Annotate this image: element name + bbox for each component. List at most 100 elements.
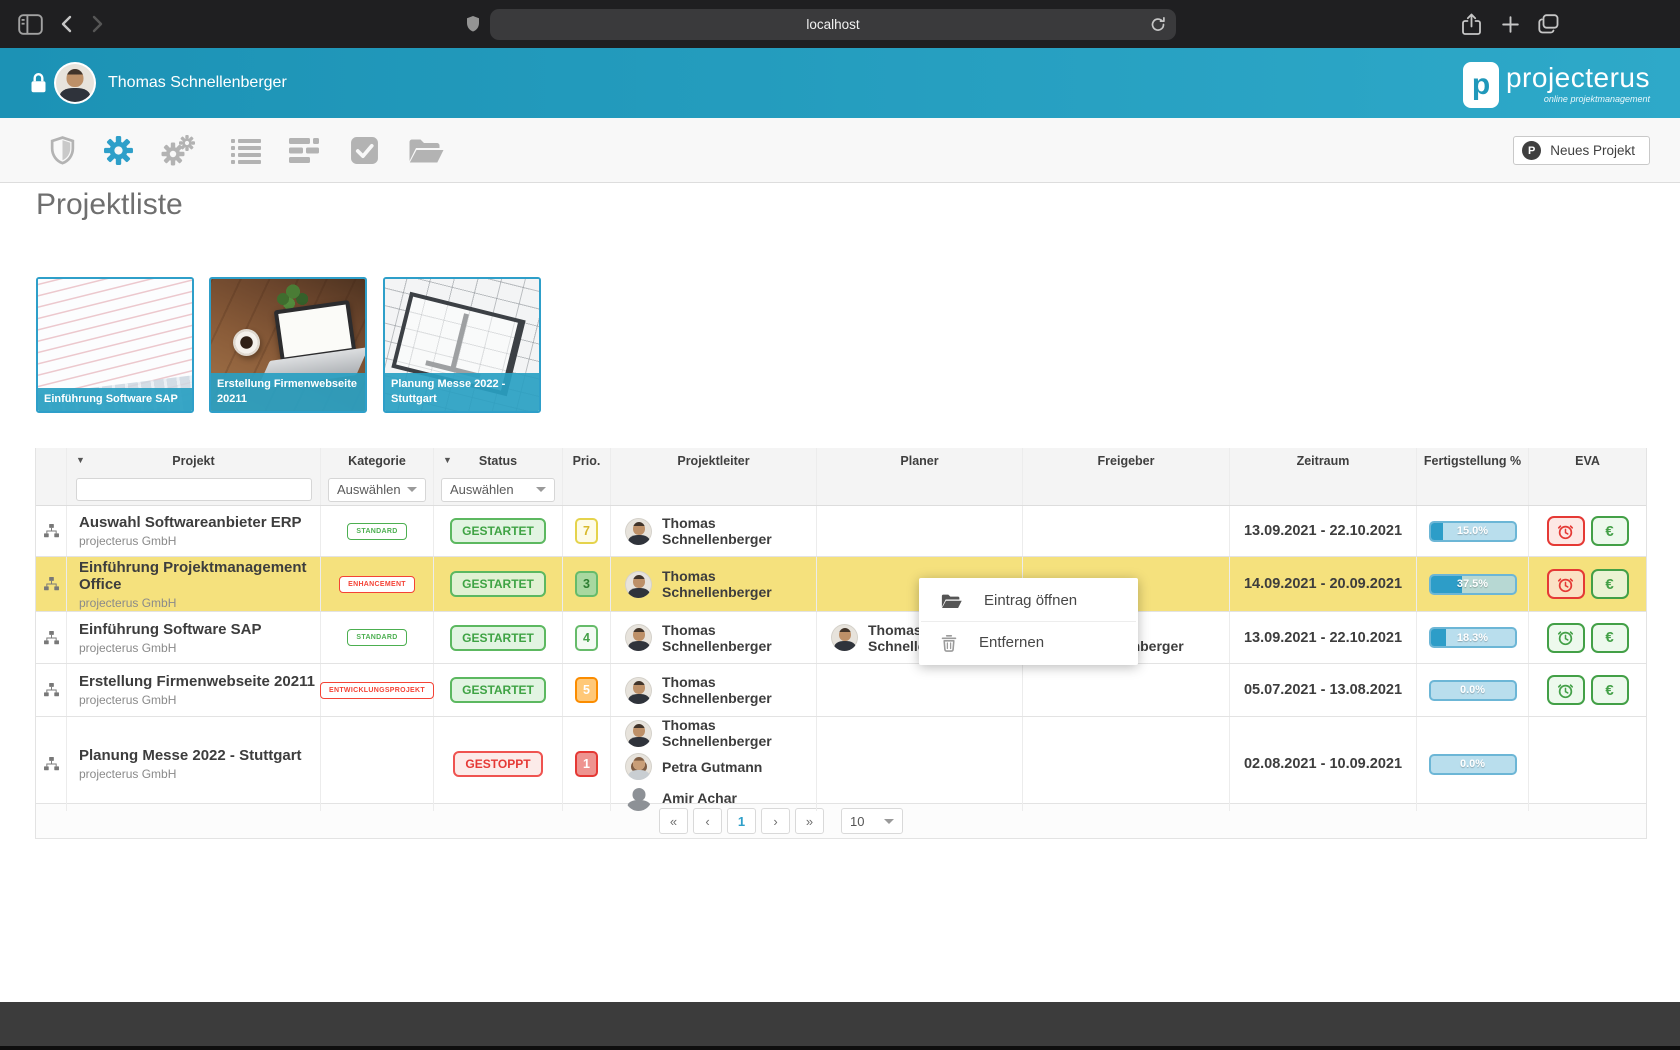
context-menu: Eintrag öffnen Entfernen xyxy=(919,578,1138,665)
page-last-button[interactable]: » xyxy=(795,808,824,834)
header-status[interactable]: Status xyxy=(434,448,563,474)
page-size-select[interactable]: 10 xyxy=(841,808,903,834)
screen: localhost Thomas Schnellenberger p proje… xyxy=(0,0,1680,1050)
person-name: Thomas Schnellenberger xyxy=(662,674,816,706)
person-name: Petra Gutmann xyxy=(662,759,762,775)
hierarchy-icon[interactable] xyxy=(44,631,59,645)
status-badge: GESTARTET xyxy=(450,571,546,597)
header-projektleiter[interactable]: Projektleiter xyxy=(611,448,817,474)
avatar xyxy=(625,784,652,811)
eva-time-badge[interactable] xyxy=(1547,675,1585,705)
header-eva[interactable]: EVA xyxy=(1529,448,1646,474)
avatar xyxy=(625,720,652,747)
new-project-button[interactable]: P Neues Projekt xyxy=(1513,136,1650,165)
current-user[interactable]: Thomas Schnellenberger xyxy=(56,64,287,102)
avatar xyxy=(625,571,652,598)
euro-icon: € xyxy=(1605,629,1613,646)
reload-button[interactable] xyxy=(1150,16,1166,36)
forward-button[interactable] xyxy=(92,15,104,33)
header-freigeber[interactable]: Freigeber xyxy=(1023,448,1230,474)
thumbnail-label: Einführung Software SAP xyxy=(38,388,192,411)
project-thumbnail-website[interactable]: Erstellung Firmenwebseite 20211 xyxy=(209,277,367,413)
eva-time-badge[interactable] xyxy=(1547,516,1585,546)
nav-advanced-settings-button[interactable] xyxy=(156,118,200,183)
logo-tagline: online projektmanagement xyxy=(1544,94,1650,104)
check-square-icon xyxy=(350,136,379,165)
table-row[interactable]: Einführung Software SAPprojecterus GmbH … xyxy=(36,612,1646,664)
eva-cost-badge[interactable]: € xyxy=(1591,569,1629,599)
header-kategorie[interactable]: Kategorie xyxy=(321,448,434,474)
project-thumbnail-messe[interactable]: Planung Messe 2022 - Stuttgart xyxy=(383,277,541,413)
user-name: Thomas Schnellenberger xyxy=(108,74,287,92)
hierarchy-icon[interactable] xyxy=(44,757,59,771)
page-next-button[interactable]: › xyxy=(761,808,790,834)
share-button[interactable] xyxy=(1462,13,1481,36)
project-table: Projekt Kategorie Status Prio. Projektle… xyxy=(35,448,1647,839)
header-fertigstellung[interactable]: Fertigstellung % xyxy=(1417,448,1529,474)
avatar xyxy=(625,518,652,545)
zeitraum: 14.09.2021 - 20.09.2021 xyxy=(1230,557,1417,611)
page-first-button[interactable]: « xyxy=(659,808,688,834)
zeitraum: 05.07.2021 - 13.08.2021 xyxy=(1230,664,1417,716)
folder-open-icon xyxy=(408,137,444,164)
page-prev-button[interactable]: ‹ xyxy=(693,808,722,834)
eva-cost-badge[interactable]: € xyxy=(1591,516,1629,546)
zeitraum: 13.09.2021 - 22.10.2021 xyxy=(1230,612,1417,663)
kategorie-filter-select[interactable]: Auswählen xyxy=(328,478,426,502)
eva-cost-badge[interactable]: € xyxy=(1591,675,1629,705)
table-row[interactable]: Planung Messe 2022 - Stuttgartprojecteru… xyxy=(36,717,1646,804)
table-row-highlighted[interactable]: Einführung Projektmanagement Officeproje… xyxy=(36,557,1646,612)
table-filter-row: Auswählen Auswählen xyxy=(36,474,1646,506)
progress-label: 0.0% xyxy=(1431,682,1515,699)
nav-shield-button[interactable] xyxy=(40,118,84,183)
header-zeitraum[interactable]: Zeitraum xyxy=(1230,448,1417,474)
floorplan-wall xyxy=(450,313,469,370)
hierarchy-icon[interactable] xyxy=(44,683,59,697)
projekt-filter-input[interactable] xyxy=(76,478,312,501)
back-button[interactable] xyxy=(60,15,72,33)
header-projekt[interactable]: Projekt xyxy=(67,448,321,474)
nav-projects-button[interactable] xyxy=(404,118,448,183)
status-badge: GESTARTET xyxy=(450,677,546,703)
forward-icon xyxy=(92,15,104,33)
eva-cost-badge[interactable]: € xyxy=(1591,623,1629,653)
nav-list-button[interactable] xyxy=(224,118,268,183)
priority-badge: 1 xyxy=(575,751,598,777)
context-menu-label: Eintrag öffnen xyxy=(984,592,1077,609)
page-number-button[interactable]: 1 xyxy=(727,808,756,834)
project-company: projecterus GmbH xyxy=(79,693,320,707)
nav-approvals-button[interactable] xyxy=(342,118,386,183)
tasks-icon xyxy=(289,137,319,164)
header-prio[interactable]: Prio. xyxy=(563,448,611,474)
table-row[interactable]: Auswahl Softwareanbieter ERPprojecterus … xyxy=(36,506,1646,557)
hierarchy-icon[interactable] xyxy=(44,524,59,538)
context-menu-remove-entry[interactable]: Entfernen xyxy=(919,622,1138,663)
person-name: Thomas Schnellenberger xyxy=(662,568,816,600)
user-avatar xyxy=(56,64,94,102)
new-tab-button[interactable] xyxy=(1502,16,1519,33)
eva-time-badge[interactable] xyxy=(1547,569,1585,599)
chevron-down-icon xyxy=(407,487,417,492)
context-menu-open-entry[interactable]: Eintrag öffnen xyxy=(919,580,1138,621)
tab-overview-button[interactable] xyxy=(1538,14,1559,34)
sidebar-toggle-button[interactable] xyxy=(18,14,43,35)
sidebar-icon xyxy=(18,14,43,35)
new-project-label: Neues Projekt xyxy=(1550,143,1635,158)
project-circle-icon: P xyxy=(1522,141,1541,160)
status-filter-select[interactable]: Auswählen xyxy=(441,478,555,502)
project-thumbnail-sap[interactable]: Einführung Software SAP xyxy=(36,277,194,413)
header-planer[interactable]: Planer xyxy=(817,448,1023,474)
table-row[interactable]: Erstellung Firmenwebseite 20211projecter… xyxy=(36,664,1646,717)
nav-tasks-button[interactable] xyxy=(282,118,326,183)
hierarchy-icon[interactable] xyxy=(44,577,59,591)
tabs-icon xyxy=(1538,14,1559,34)
address-bar[interactable]: localhost xyxy=(490,9,1176,40)
logo-mark: p xyxy=(1463,62,1499,108)
project-company: projecterus GmbH xyxy=(79,767,320,781)
clock-icon xyxy=(1557,629,1574,646)
progress-label: 18.3% xyxy=(1431,629,1515,646)
privacy-shield-icon xyxy=(466,15,480,38)
nav-settings-button-active[interactable] xyxy=(96,118,140,183)
header-tree xyxy=(36,448,67,474)
eva-time-badge[interactable] xyxy=(1547,623,1585,653)
